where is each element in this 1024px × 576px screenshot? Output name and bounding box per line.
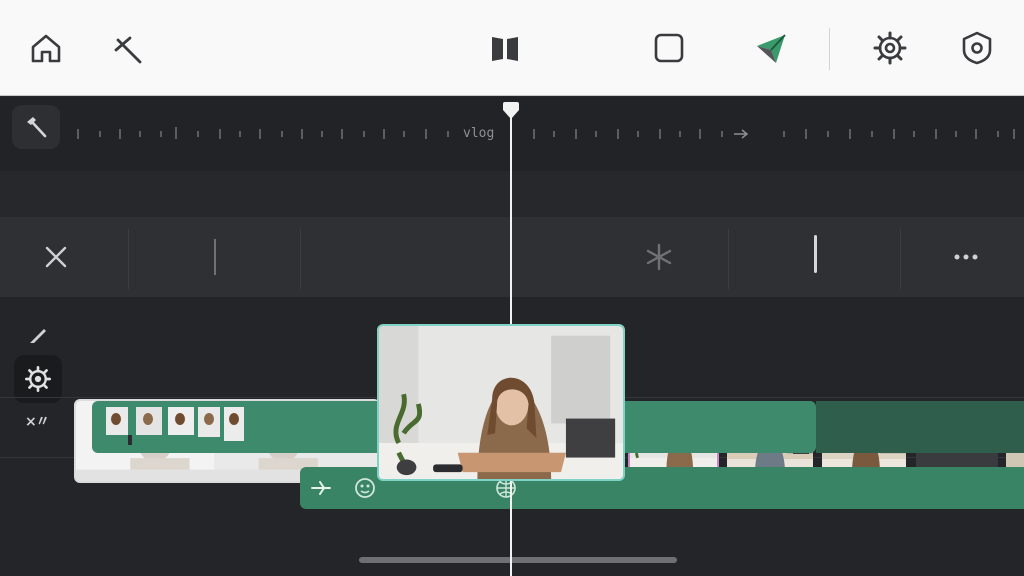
- square-icon: [654, 33, 684, 63]
- home-icon: [31, 34, 61, 63]
- gear-icon: [873, 31, 907, 65]
- columns-icon: [492, 37, 518, 61]
- timeline-scrollbar[interactable]: [359, 557, 677, 563]
- canvas-button[interactable]: [647, 26, 691, 70]
- asterisk-icon: [646, 243, 672, 271]
- more-button[interactable]: [946, 239, 986, 275]
- edit-toolbar-row: [0, 217, 1024, 297]
- trim-button[interactable]: [106, 26, 150, 70]
- track-sidebar: ×〃: [0, 297, 72, 457]
- clip-thumbnail: [379, 326, 623, 479]
- gear-icon: [25, 366, 51, 392]
- timeline-tracks: ×〃: [0, 297, 1024, 576]
- audio-track-1-extension: [816, 401, 1024, 453]
- close-icon: [45, 246, 67, 268]
- shield-gear-icon: [962, 31, 992, 65]
- home-button[interactable]: [24, 26, 68, 70]
- pen-button[interactable]: [14, 311, 62, 359]
- send-icon: [757, 34, 786, 63]
- split-button[interactable]: [644, 239, 674, 275]
- ruler-band: [0, 171, 1024, 217]
- audio-track-thumbnails: [106, 407, 244, 445]
- trim-icon: [114, 36, 142, 64]
- preferences-button[interactable]: [955, 26, 999, 70]
- mute-toggle[interactable]: ×〃: [25, 411, 50, 431]
- playhead-handle[interactable]: [501, 101, 521, 121]
- ruler-tool-button[interactable]: [12, 105, 60, 149]
- transition-icon[interactable]: [310, 477, 332, 499]
- trim-marker[interactable]: [214, 239, 216, 275]
- hammer-icon: [27, 117, 47, 138]
- clip-settings-button[interactable]: [14, 355, 62, 403]
- layout-button[interactable]: [483, 26, 527, 70]
- clip-woman-desk[interactable]: [377, 324, 625, 481]
- video-editor: vlog ×〃: [0, 0, 1024, 576]
- toolbar-divider: [829, 28, 830, 70]
- settings-button[interactable]: [868, 26, 912, 70]
- share-button[interactable]: [749, 26, 793, 70]
- pen-icon: [30, 329, 46, 343]
- delete-button[interactable]: [41, 239, 71, 275]
- ruler-ticks: [77, 127, 1015, 139]
- ruler-label: vlog: [463, 126, 495, 141]
- face-icon[interactable]: [354, 477, 376, 499]
- more-dots-icon: [954, 254, 978, 260]
- top-toolbar: [0, 0, 1024, 96]
- trim-marker[interactable]: [814, 235, 817, 273]
- timeline-workspace: vlog ×〃: [0, 97, 1024, 576]
